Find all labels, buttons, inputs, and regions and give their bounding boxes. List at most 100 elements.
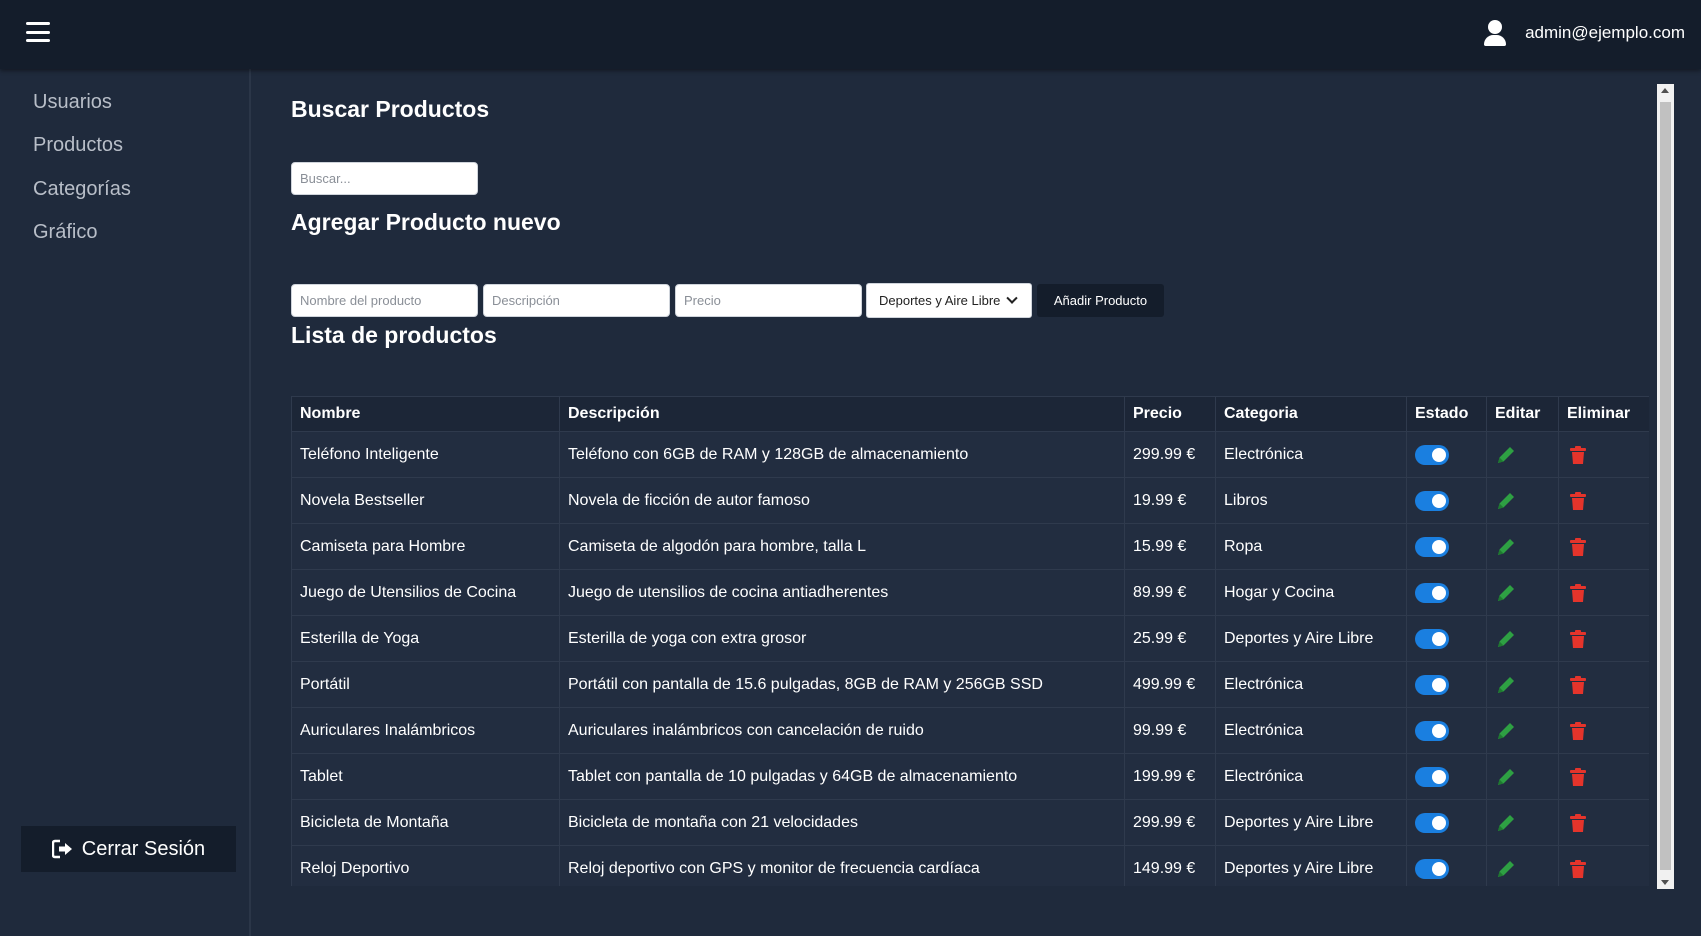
table-row: Portátil Portátil con pantalla de 15.6 pu… [291,661,1649,708]
pencil-icon[interactable] [1495,858,1517,880]
sidebar-item-productos[interactable]: Productos [33,134,123,157]
sidebar-item-categorias[interactable]: Categorías [33,178,131,201]
status-toggle[interactable] [1415,444,1449,465]
product-description-input[interactable] [483,284,670,317]
product-description: Novela de ficción de autor famoso [559,477,1125,524]
column-header: Eliminar [1558,396,1649,432]
product-name: Camiseta para Hombre [291,523,560,570]
status-toggle[interactable] [1415,628,1449,649]
product-name: Juego de Utensilios de Cocina [291,569,560,616]
sidebar: Usuarios Productos Categorías Gráfico Ce… [0,69,251,936]
product-name: Novela Bestseller [291,477,560,524]
pencil-icon[interactable] [1495,720,1517,742]
product-category: Libros [1215,477,1407,524]
product-category: Deportes y Aire Libre [1215,845,1407,886]
column-header: Descripción [559,396,1125,432]
column-header: Editar [1486,396,1559,432]
table-row: Tablet Tablet con pantalla de 10 pulgadas… [291,753,1649,800]
status-toggle[interactable] [1415,674,1449,695]
status-toggle[interactable] [1415,582,1449,603]
column-header: Categoria [1215,396,1407,432]
top-bar: admin@ejemplo.com [0,0,1701,69]
table-row: Bicicleta de Montaña Bicicleta de montaña… [291,799,1649,846]
pencil-icon[interactable] [1495,628,1517,650]
table-row: Juego de Utensilios de Cocina Juego de ut… [291,569,1649,616]
sidebar-item-usuarios[interactable]: Usuarios [33,91,112,114]
product-price: 25.99 € [1124,615,1216,662]
trash-icon[interactable] [1567,536,1589,558]
category-select-value: Deportes y Aire Libre [879,293,1001,308]
pencil-icon[interactable] [1495,766,1517,788]
chevron-down-icon [1006,292,1019,304]
trash-icon[interactable] [1567,628,1589,650]
product-description: Portátil con pantalla de 15.6 pulgadas, … [559,661,1125,708]
column-header: Precio [1124,396,1216,432]
product-description: Auriculares inalámbricos con cancelación… [559,707,1125,754]
trash-icon[interactable] [1567,858,1589,880]
product-category: Deportes y Aire Libre [1215,799,1407,846]
column-header: Nombre [291,396,560,432]
trash-icon[interactable] [1567,582,1589,604]
status-toggle[interactable] [1415,720,1449,741]
table-row: Teléfono Inteligente Teléfono con 6GB de … [291,431,1649,478]
scroll-down-icon[interactable] [1661,880,1669,885]
category-select[interactable]: Deportes y Aire Libre [866,283,1032,318]
product-category: Electrónica [1215,431,1407,478]
search-input[interactable] [291,162,478,195]
pencil-icon[interactable] [1495,536,1517,558]
sidebar-item-grafico[interactable]: Gráfico [33,221,97,244]
trash-icon[interactable] [1567,720,1589,742]
product-price: 299.99 € [1124,431,1216,478]
product-price: 199.99 € [1124,753,1216,800]
trash-icon[interactable] [1567,490,1589,512]
product-description: Tablet con pantalla de 10 pulgadas y 64G… [559,753,1125,800]
table-row: Reloj Deportivo Reloj deportivo con GPS y… [291,845,1649,886]
trash-icon[interactable] [1567,766,1589,788]
status-toggle[interactable] [1415,536,1449,557]
pencil-icon[interactable] [1495,812,1517,834]
products-table-container: Nombre Descripción Precio Categoria Esta… [291,396,1649,886]
search-title: Buscar Productos [291,96,490,122]
add-product-title: Agregar Producto nuevo [291,209,561,235]
product-category: Electrónica [1215,753,1407,800]
sign-out-icon [51,839,72,859]
status-toggle[interactable] [1415,858,1449,879]
product-name: Portátil [291,661,560,708]
scrollbar-thumb[interactable] [1660,102,1671,870]
product-price: 299.99 € [1124,799,1216,846]
product-price: 89.99 € [1124,569,1216,616]
product-category: Electrónica [1215,661,1407,708]
product-list-title: Lista de productos [291,322,497,348]
pencil-icon[interactable] [1495,444,1517,466]
product-price: 19.99 € [1124,477,1216,524]
table-row: Esterilla de Yoga Esterilla de yoga con e… [291,615,1649,662]
product-price-input[interactable] [675,284,862,317]
vertical-scrollbar[interactable] [1657,84,1674,889]
main-content: Buscar Productos Agregar Producto nuevo … [251,69,1701,936]
product-price: 15.99 € [1124,523,1216,570]
product-description: Camiseta de algodón para hombre, talla L [559,523,1125,570]
table-header-row: Nombre Descripción Precio Categoria Esta… [291,396,1649,432]
status-toggle[interactable] [1415,766,1449,787]
pencil-icon[interactable] [1495,582,1517,604]
product-name: Tablet [291,753,560,800]
pencil-icon[interactable] [1495,490,1517,512]
status-toggle[interactable] [1415,812,1449,833]
pencil-icon[interactable] [1495,674,1517,696]
logout-button[interactable]: Cerrar Sesión [21,826,236,872]
product-name-input[interactable] [291,284,478,317]
user-icon [1483,20,1507,46]
product-price: 499.99 € [1124,661,1216,708]
hamburger-menu-icon[interactable] [26,22,50,42]
product-description: Juego de utensilios de cocina antiadhere… [559,569,1125,616]
trash-icon[interactable] [1567,444,1589,466]
status-toggle[interactable] [1415,490,1449,511]
table-body: Teléfono Inteligente Teléfono con 6GB de … [291,431,1649,886]
product-name: Reloj Deportivo [291,845,560,886]
column-header: Estado [1406,396,1487,432]
trash-icon[interactable] [1567,812,1589,834]
user-menu[interactable]: admin@ejemplo.com [1483,20,1685,46]
add-product-button[interactable]: Añadir Producto [1037,284,1164,317]
scroll-up-icon[interactable] [1661,88,1669,93]
trash-icon[interactable] [1567,674,1589,696]
